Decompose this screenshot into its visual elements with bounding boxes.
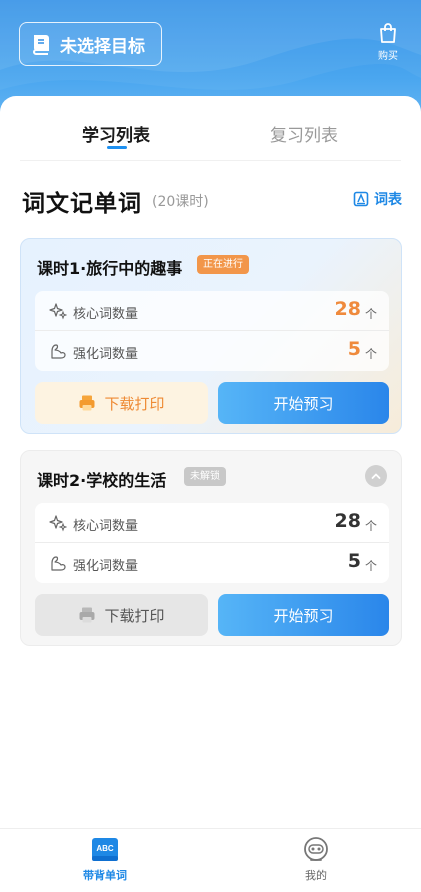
lesson-card: 课时2·学校的生活 未解锁 核心词数量 28 个 强化词数量 5 个 下载打印 … xyxy=(20,450,402,646)
core-words-count: 28 xyxy=(334,510,361,532)
bottom-nav: ABC 带背单词 我的 xyxy=(0,828,421,892)
shopping-bag-icon xyxy=(380,23,396,43)
lesson-card: 课时1·旅行中的趣事 正在进行 核心词数量 28 个 强化词数量 5 个 下载打… xyxy=(20,238,402,434)
wordlist-icon xyxy=(353,191,369,207)
wordlist-label: 词表 xyxy=(374,192,402,208)
extra-words-count: 5 xyxy=(347,550,361,572)
start-preview-label: 开始预习 xyxy=(273,606,334,625)
status-badge: 正在进行 xyxy=(197,255,249,274)
download-print-label: 下载打印 xyxy=(104,394,165,413)
buy-label: 购买 xyxy=(378,51,398,62)
sparkle-icon xyxy=(49,303,67,320)
muscle-icon xyxy=(51,344,66,359)
printer-icon xyxy=(79,395,95,411)
core-words-label: 核心词数量 xyxy=(73,307,139,322)
download-print-button[interactable]: 下载打印 xyxy=(35,594,208,636)
extra-words-count: 5 xyxy=(347,338,361,360)
active-tab-indicator xyxy=(107,146,127,149)
core-words-unit: 个 xyxy=(364,307,377,321)
extra-words-label: 强化词数量 xyxy=(73,347,139,362)
buy-button[interactable]: 购买 xyxy=(373,22,403,62)
main-sheet: 学习列表 复习列表 词文记单词 (20课时) 词表 课时1·旅行中的趣事 正在进… xyxy=(0,96,421,828)
core-words-row: 核心词数量 28 个 xyxy=(35,503,389,543)
printer-icon xyxy=(79,607,95,623)
book-title-row: 词文记单词 (20课时) 词表 xyxy=(22,184,402,217)
muscle-icon xyxy=(51,556,66,571)
download-print-button[interactable]: 下载打印 xyxy=(35,382,208,424)
start-preview-button[interactable]: 开始预习 xyxy=(218,594,389,636)
lesson-stats: 核心词数量 28 个 强化词数量 5 个 xyxy=(35,291,389,371)
book-icon xyxy=(33,35,49,55)
list-tabs: 学习列表 复习列表 xyxy=(0,96,421,160)
nav-study-label: 带背单词 xyxy=(83,869,127,882)
chevron-up-icon xyxy=(371,473,381,479)
status-badge: 未解锁 xyxy=(184,467,226,486)
lesson-stats: 核心词数量 28 个 强化词数量 5 个 xyxy=(35,503,389,583)
download-print-label: 下载打印 xyxy=(104,606,165,625)
extra-words-row: 强化词数量 5 个 xyxy=(35,543,389,583)
lesson-count: (20课时) xyxy=(152,194,209,210)
start-preview-label: 开始预习 xyxy=(273,394,334,413)
core-words-row: 核心词数量 28 个 xyxy=(35,291,389,331)
nav-item-mine[interactable]: 我的 xyxy=(286,837,346,883)
extra-words-row: 强化词数量 5 个 xyxy=(35,331,389,371)
lesson-title: 课时1·旅行中的趣事 xyxy=(37,259,183,278)
robot-face-icon xyxy=(304,837,328,861)
nav-item-study[interactable]: ABC 带背单词 xyxy=(75,837,135,883)
select-goal-label: 未选择目标 xyxy=(60,36,145,57)
nav-mine-label: 我的 xyxy=(305,869,327,882)
core-words-unit: 个 xyxy=(364,519,377,533)
select-goal-button[interactable]: 未选择目标 xyxy=(19,22,162,66)
extra-words-label: 强化词数量 xyxy=(73,559,139,574)
core-words-count: 28 xyxy=(334,298,361,320)
sparkle-icon xyxy=(49,515,67,532)
wordlist-link[interactable]: 词表 xyxy=(353,189,402,209)
app-screen: 未选择目标 购买 学习列表 复习列表 词文记单词 (20课时) 词表 课时1·旅… xyxy=(0,0,421,892)
abc-book-icon: ABC xyxy=(92,838,118,861)
svg-text:ABC: ABC xyxy=(96,844,114,853)
tab-study-list[interactable]: 学习列表 xyxy=(82,121,150,146)
lesson-title: 课时2·学校的生活 xyxy=(37,471,167,490)
start-preview-button[interactable]: 开始预习 xyxy=(218,382,389,424)
collapse-button[interactable] xyxy=(365,465,387,487)
book-title: 词文记单词 xyxy=(22,191,142,217)
extra-words-unit: 个 xyxy=(364,559,377,573)
tab-review-list[interactable]: 复习列表 xyxy=(270,121,338,146)
extra-words-unit: 个 xyxy=(364,347,377,361)
divider xyxy=(20,160,401,161)
core-words-label: 核心词数量 xyxy=(73,519,139,534)
